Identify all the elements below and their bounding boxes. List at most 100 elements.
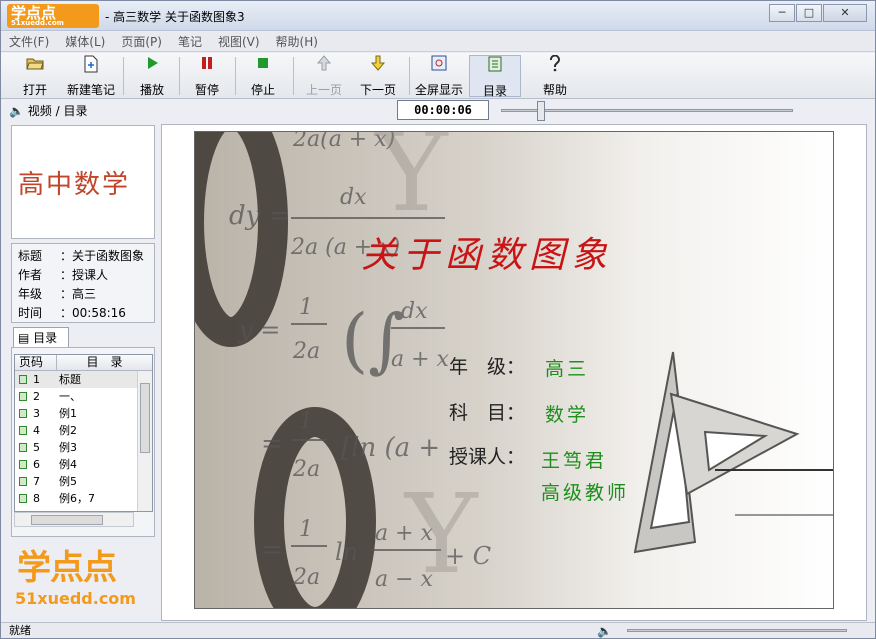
maximize-button[interactable]: □ — [796, 4, 822, 22]
seek-slider-thumb[interactable] — [537, 101, 545, 121]
list-item[interactable]: 3 例1 — [15, 405, 152, 422]
list-item[interactable]: 6 例4 — [15, 456, 152, 473]
page-icon — [19, 392, 27, 401]
next-page-button[interactable]: 下一页 — [353, 55, 403, 97]
toc-col-page[interactable]: 页码 — [15, 355, 57, 370]
info-row-grade: 年级： 高三 — [18, 285, 148, 304]
playback-time: 00:00:06 — [397, 100, 489, 120]
course-logo-text: 高中数学 — [18, 170, 131, 200]
help-icon — [531, 54, 579, 77]
info-row-time: 时间： 00:58:16 — [18, 304, 148, 323]
brand-logo-text: 学点点 — [17, 548, 117, 588]
page-icon — [19, 477, 27, 486]
stop-label: 停止 — [250, 83, 275, 97]
info-value: 00:58:16 — [72, 306, 126, 320]
page-icon — [19, 494, 27, 503]
window-controls: ─ □ ✕ — [768, 4, 867, 22]
toc-title: 一、 — [59, 390, 81, 403]
svg-text:2a: 2a — [292, 339, 320, 364]
info-key: 作者 — [18, 268, 43, 282]
svg-text:2a: 2a — [292, 565, 320, 590]
page-icon — [19, 426, 27, 435]
svg-text:ln: ln — [335, 538, 358, 566]
speaker-icon: 🔈 — [9, 104, 24, 118]
new-note-button[interactable]: 新建笔记 — [63, 55, 119, 97]
list-item[interactable]: 1 标题 — [15, 371, 152, 388]
new-note-icon — [63, 55, 119, 77]
toc-list: 页码 目 录 1 标题 2 一、 3 例1 4 例2 5 例3 6 例4 7 例5 8 例6，7 — [14, 354, 153, 512]
menu-page[interactable]: 页面(P) — [121, 33, 162, 50]
menu-view[interactable]: 视图(V) — [218, 33, 260, 50]
new-note-label: 新建笔记 — [66, 83, 115, 97]
minimize-button[interactable]: ─ — [769, 4, 795, 22]
title-bar: 学点点 51xuedd.com - 高三数学 关于函数图象3 ─ □ ✕ — [1, 1, 875, 31]
fullscreen-icon — [413, 55, 465, 77]
folder-open-icon — [11, 55, 59, 77]
info-row-title: 标题： 关于函数图象 — [18, 247, 148, 266]
grade-value: 高三 — [545, 358, 590, 380]
svg-text:y =: y = — [238, 316, 280, 344]
window-title: - 高三数学 关于函数图象3 — [105, 10, 245, 24]
volume-icon[interactable]: 🔈 — [597, 624, 612, 639]
slide-title: 关于函数图象 — [361, 235, 614, 276]
toc-col-title[interactable]: 目 录 — [57, 355, 152, 370]
svg-text:1: 1 — [299, 409, 313, 434]
volume-slider[interactable] — [627, 629, 847, 632]
open-button[interactable]: 打开 — [11, 55, 59, 97]
toc-tab-label: 目录 — [33, 331, 58, 345]
toolbar: 打开 新建笔记 播放 暂停 停止 上一页 下一页 全屏显示 目录 帮助 — [1, 53, 875, 99]
teacher-title: 高级教师 — [541, 482, 630, 504]
info-value: 授课人 — [72, 268, 109, 282]
toc-horizontal-scrollbar[interactable] — [14, 512, 134, 527]
toolbar-separator — [409, 57, 410, 95]
toc-tab-icon: ▤ — [18, 331, 30, 345]
prev-page-button[interactable]: 上一页 — [299, 55, 349, 97]
svg-text:a + x: a + x — [391, 347, 450, 372]
left-panel-title: 视频 / 目录 — [27, 104, 88, 118]
list-item[interactable]: 5 例3 — [15, 439, 152, 456]
svg-text:dx: dx — [340, 185, 367, 210]
stop-button[interactable]: 停止 — [241, 55, 285, 97]
menu-notes[interactable]: 笔记 — [178, 33, 202, 50]
app-logo: 学点点 51xuedd.com — [7, 4, 99, 28]
list-item[interactable]: 8 例6，7 — [15, 490, 152, 507]
menu-media[interactable]: 媒体(L) — [65, 33, 105, 50]
toc-title: 例6，7 — [59, 492, 95, 505]
page-icon — [19, 443, 27, 452]
fullscreen-button[interactable]: 全屏显示 — [413, 55, 465, 97]
list-item[interactable]: 2 一、 — [15, 388, 152, 405]
list-item[interactable]: 4 例2 — [15, 422, 152, 439]
scroll-thumb[interactable] — [31, 515, 103, 525]
status-bar: 就绪 🔈 — [1, 622, 875, 638]
page-icon — [19, 409, 27, 418]
toc-vertical-scrollbar[interactable] — [137, 371, 152, 511]
app-window: 学点点 51xuedd.com - 高三数学 关于函数图象3 ─ □ ✕ 文件(… — [0, 0, 876, 639]
toc-button[interactable]: 目录 — [469, 55, 521, 98]
svg-text:2a: 2a — [292, 457, 320, 482]
toc-title: 例2 — [59, 424, 77, 437]
list-item[interactable]: 7 例5 — [15, 473, 152, 490]
svg-text:=: = — [261, 535, 283, 565]
menu-bar: 文件(F) 媒体(L) 页面(P) 笔记 视图(V) 帮助(H) — [1, 32, 875, 52]
toc-title: 例3 — [59, 441, 77, 454]
page-icon — [19, 375, 27, 384]
scroll-thumb[interactable] — [140, 383, 150, 453]
slide-view: 2a(a + x) dy = dx 2a (a + x) y = 1 2a (∫… — [194, 131, 834, 609]
info-key: 时间 — [18, 306, 43, 320]
pause-button[interactable]: 暂停 — [185, 55, 229, 97]
play-button[interactable]: 播放 — [129, 55, 175, 97]
menu-file[interactable]: 文件(F) — [9, 33, 49, 50]
svg-text:Y: Y — [403, 470, 479, 598]
menu-help[interactable]: 帮助(H) — [276, 33, 318, 50]
app-logo-url: 51xuedd.com — [11, 19, 64, 27]
toc-label: 目录 — [482, 84, 507, 98]
status-text: 就绪 — [9, 624, 31, 637]
open-label: 打开 — [22, 83, 47, 97]
toolbar-separator — [293, 57, 294, 95]
toc-panel: 页码 目 录 1 标题 2 一、 3 例1 4 例2 5 例3 6 例4 7 例5 8 例6，7 — [11, 347, 155, 537]
svg-text:dy =: dy = — [229, 201, 290, 231]
svg-text:[ln (a +: [ln (a + — [341, 433, 440, 463]
tab-toc[interactable]: ▤ 目录 — [13, 327, 69, 348]
help-button[interactable]: 帮助 — [531, 54, 579, 97]
close-button[interactable]: ✕ — [823, 4, 867, 22]
